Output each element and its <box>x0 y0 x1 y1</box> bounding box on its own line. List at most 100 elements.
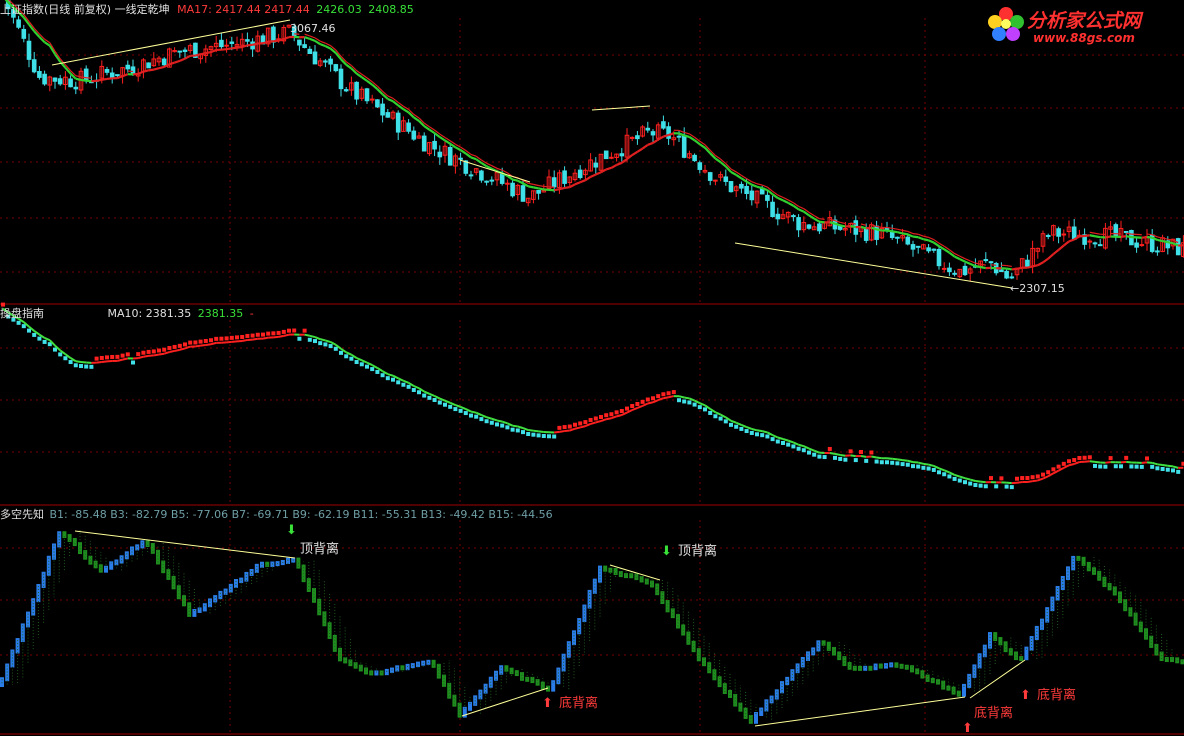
ma17-segment <box>565 187 570 188</box>
guide-step <box>1166 468 1170 472</box>
guide-step <box>724 419 728 423</box>
guide-step <box>828 447 832 451</box>
osc-bar <box>868 666 872 671</box>
guide-step <box>22 324 26 328</box>
guide-step <box>1150 465 1154 469</box>
ma10-segment <box>637 406 642 408</box>
ma17-segment <box>799 209 804 211</box>
guide-step <box>183 342 187 346</box>
osc-bar <box>510 668 514 675</box>
ma17-segment <box>877 229 882 230</box>
ma-shadow-segment <box>970 261 975 263</box>
osc-bar <box>218 591 222 599</box>
ma17-segment <box>752 185 757 187</box>
ma17-segment <box>705 148 710 154</box>
ma10-segment <box>585 424 590 426</box>
candle-body <box>448 148 452 166</box>
ma10-segment <box>663 397 668 398</box>
logo-url: www.88gs.com <box>1033 31 1135 45</box>
candle-body <box>766 195 770 200</box>
guide-step <box>32 333 36 337</box>
ma10-segment <box>528 430 533 431</box>
guide-step <box>121 354 125 358</box>
candle-body <box>506 183 510 184</box>
ma17-segment <box>1017 268 1022 269</box>
guide-step <box>729 423 733 427</box>
ma10-segment <box>887 458 892 459</box>
guide-step <box>266 332 270 336</box>
guide-step <box>1057 465 1061 469</box>
candle-body <box>698 163 702 170</box>
guide-step <box>152 349 156 353</box>
ma10-segment <box>284 335 289 336</box>
ma17-segment <box>253 44 258 45</box>
main-panel-header: 上证指数(日线 前复权) 一线定乾坤 MA17: 2417.44 2417.44… <box>0 3 414 16</box>
candle-body <box>1176 239 1180 255</box>
ma10-segment <box>279 336 284 337</box>
main-panel-title: 上证指数(日线 前复权) 一线定乾坤 <box>0 3 170 16</box>
osc-bar <box>764 699 768 711</box>
guide-step <box>1 303 5 307</box>
guide-step <box>318 341 322 345</box>
arrow-down-icon: ⬇ <box>661 544 672 559</box>
ma17-segment <box>175 61 180 63</box>
guide-step <box>511 428 515 432</box>
ma-shadow-segment <box>819 219 824 220</box>
bottom-panel-title: 多空先知 <box>0 508 44 521</box>
guide-step <box>1036 474 1040 478</box>
ma17-segment <box>778 198 783 200</box>
ma10-segment <box>1017 482 1022 483</box>
ma10-segment <box>487 417 492 419</box>
guide-step <box>641 400 645 404</box>
candle-body <box>521 186 525 202</box>
ma17-segment <box>1090 235 1095 236</box>
ma10-segment <box>788 441 793 443</box>
ma10-segment <box>138 357 143 358</box>
guide-step <box>526 432 530 436</box>
osc-bar <box>203 603 207 611</box>
guide-step <box>209 338 213 342</box>
guide-step <box>58 352 62 356</box>
ma10-segment <box>975 481 980 482</box>
ma10-segment <box>388 374 393 376</box>
candle-body <box>1010 277 1014 278</box>
candle-body <box>53 78 57 81</box>
ma10-segment <box>965 478 970 479</box>
guide-step <box>27 329 31 333</box>
ma17-segment <box>637 149 642 152</box>
ma10-segment <box>357 358 362 360</box>
guide-step <box>1010 485 1014 489</box>
ma10-segment <box>206 344 211 345</box>
guide-step <box>334 347 338 351</box>
guide-step <box>344 354 348 358</box>
ma10-segment <box>81 362 86 363</box>
guide-step <box>557 426 561 430</box>
ma17-segment <box>539 188 544 189</box>
ma-shadow-segment <box>913 234 918 235</box>
ma17-segment <box>908 234 913 236</box>
candle-body <box>620 154 624 156</box>
guide-step <box>1124 456 1128 460</box>
candle-body <box>745 186 749 193</box>
guide-step <box>323 342 327 346</box>
ma10-segment <box>1163 465 1168 466</box>
guide-step <box>110 355 114 359</box>
candle-body <box>646 128 650 130</box>
ma-shadow-segment <box>81 77 86 78</box>
ma10-segment <box>793 442 798 444</box>
ma17-segment <box>585 177 590 180</box>
ma17-segment <box>892 231 897 232</box>
guide-step <box>1031 475 1035 479</box>
candle-body <box>885 228 889 229</box>
guide-step <box>329 344 333 348</box>
guide-step <box>308 338 312 342</box>
candle-body <box>116 75 120 76</box>
ma17-segment <box>663 135 668 137</box>
guide-step <box>297 337 301 341</box>
guide-step <box>1088 455 1092 459</box>
ma-shadow-segment <box>830 219 835 220</box>
guide-step <box>693 403 697 407</box>
osc-bar <box>94 561 98 569</box>
ma17-segment <box>138 72 143 74</box>
candle-body <box>365 89 369 101</box>
